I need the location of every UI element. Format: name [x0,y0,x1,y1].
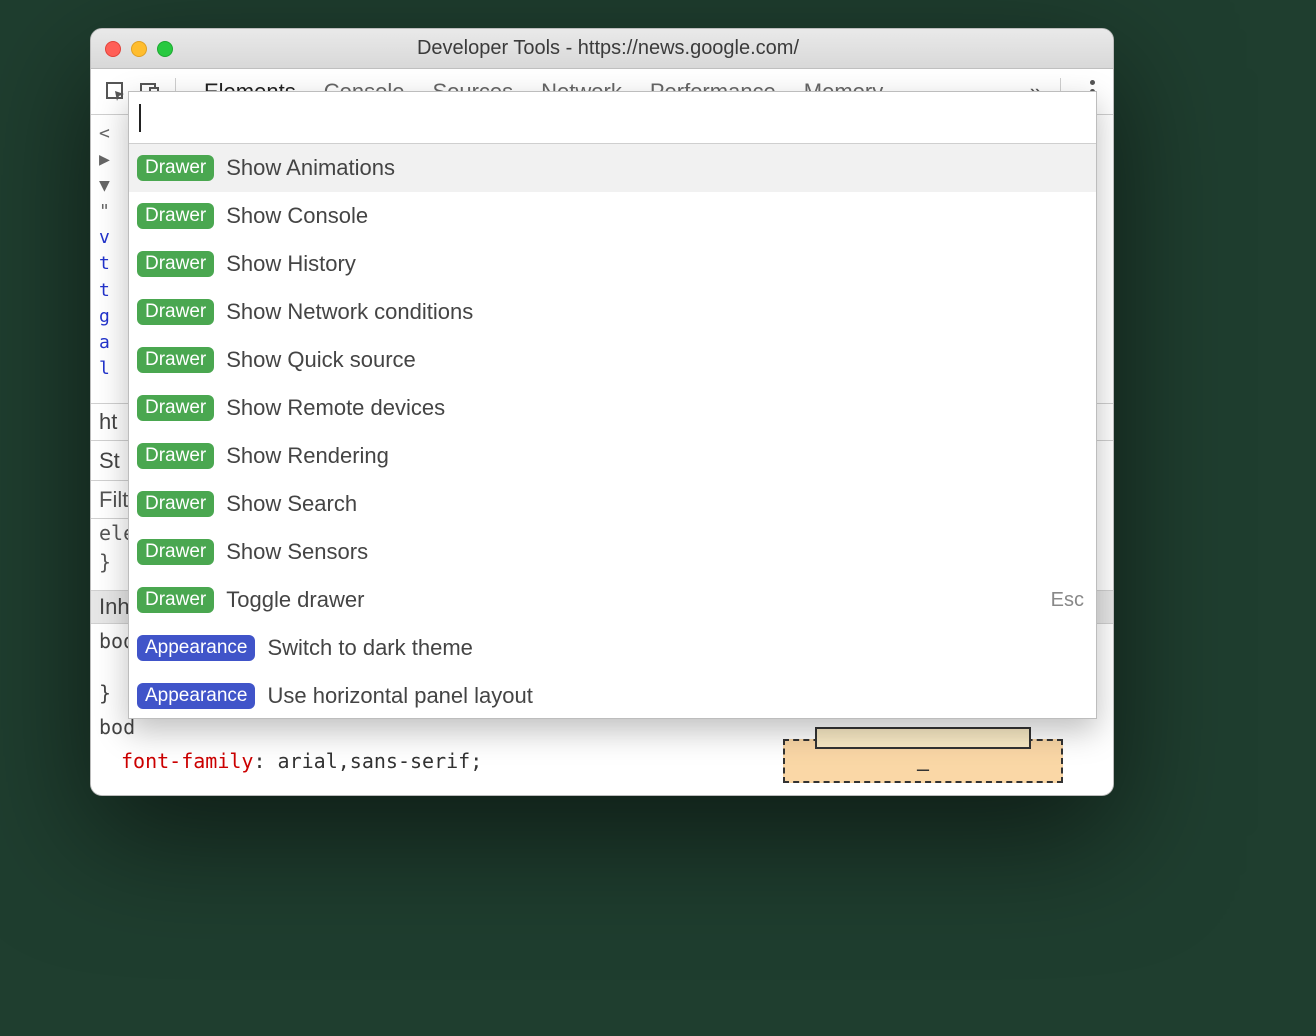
command-item[interactable]: Drawer Show Search [129,480,1096,528]
command-menu: Drawer Show Animations Drawer Show Conso… [128,91,1097,719]
command-category-badge: Drawer [137,299,214,325]
command-category-badge: Drawer [137,443,214,469]
titlebar: Developer Tools - https://news.google.co… [91,29,1113,69]
command-shortcut: Esc [1051,589,1084,612]
command-label: Use horizontal panel layout [267,683,1072,709]
box-model-border [815,727,1031,749]
command-item[interactable]: Drawer Show History [129,240,1096,288]
command-label: Show Console [226,203,1072,229]
command-category-badge: Drawer [137,203,214,229]
command-item[interactable]: Drawer Show Rendering [129,432,1096,480]
command-item[interactable]: Drawer Toggle drawer Esc [129,576,1096,624]
command-label: Show Search [226,491,1072,517]
text-cursor [139,104,141,132]
command-category-badge: Drawer [137,587,214,613]
code-line: font-family: arial,sans-serif; [99,744,691,778]
command-category-badge: Drawer [137,155,214,181]
box-model-value: – [917,756,929,782]
command-label: Show History [226,251,1072,277]
breadcrumb-text: ht [99,409,117,435]
command-label: Switch to dark theme [267,635,1072,661]
window-title: Developer Tools - https://news.google.co… [173,37,1043,60]
command-label: Show Network conditions [226,299,1072,325]
css-value: arial,sans-serif; [278,749,483,773]
command-label: Show Remote devices [226,395,1072,421]
command-item[interactable]: Drawer Show Console [129,192,1096,240]
filter-label: Filt [99,487,128,513]
command-item[interactable]: Drawer Show Network conditions [129,288,1096,336]
css-colon: : [253,749,277,773]
window-controls [91,41,173,57]
command-list: Drawer Show Animations Drawer Show Conso… [129,144,1096,720]
command-category-badge: Appearance [137,635,255,661]
command-item[interactable]: Drawer Show Remote devices [129,384,1096,432]
devtools-window: Developer Tools - https://news.google.co… [90,28,1114,796]
inherited-label: Inh [99,594,130,620]
command-item[interactable]: Appearance Switch to dark theme [129,624,1096,672]
command-label: Toggle drawer [226,587,1038,613]
command-category-badge: Appearance [137,683,255,709]
command-category-badge: Drawer [137,491,214,517]
zoom-icon[interactable] [157,41,173,57]
command-item[interactable]: Drawer Show Quick source [129,336,1096,384]
command-label: Show Rendering [226,443,1072,469]
command-label: Show Animations [226,155,1072,181]
minimize-icon[interactable] [131,41,147,57]
command-category-badge: Drawer [137,395,214,421]
styles-tab-label: St [99,448,120,474]
command-category-badge: Drawer [137,539,214,565]
command-input[interactable] [129,92,1096,144]
css-property: font-family [121,749,253,773]
box-model-margin[interactable]: – [783,739,1063,783]
command-item[interactable]: Appearance Use horizontal panel layout [129,672,1096,720]
command-item[interactable]: Drawer Show Animations [129,144,1096,192]
close-icon[interactable] [105,41,121,57]
command-item[interactable]: Drawer Show Sensors [129,528,1096,576]
command-label: Show Quick source [226,347,1072,373]
command-label: Show Sensors [226,539,1072,565]
command-category-badge: Drawer [137,251,214,277]
command-category-badge: Drawer [137,347,214,373]
